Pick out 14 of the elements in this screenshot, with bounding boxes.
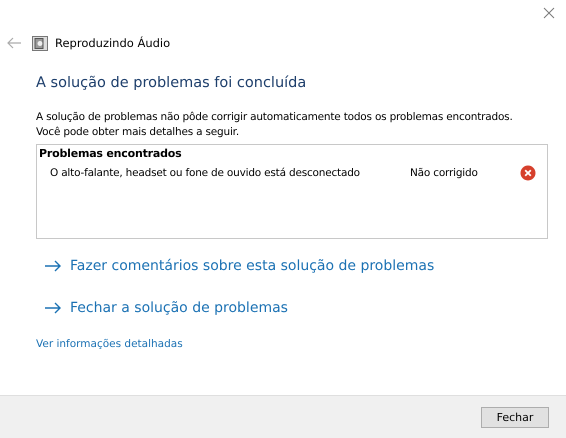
problem-name: O alto-falante, headset ou fone de ouvido está desconectado	[50, 167, 361, 179]
action-link[interactable]: Fechar a solução de problemas	[44, 300, 288, 316]
heading: A solução de problemas foi concluída	[36, 75, 308, 91]
window-title: Reproduzindo Áudio	[55, 36, 170, 50]
action-link[interactable]: Fazer comentários sobre esta solução de problemas	[44, 258, 434, 274]
arrow-icon	[44, 302, 62, 314]
arrow-icon	[44, 260, 62, 272]
panel-title: Problemas encontrados	[39, 147, 182, 160]
description: A solução de problemas não pôde corrigir automaticamente todos os problemas encontrados. Você pode obter mais detalhes a seguir.	[36, 110, 514, 140]
close-button[interactable]: Fechar	[481, 406, 549, 428]
speaker-icon	[32, 36, 48, 50]
back-button[interactable]	[6, 35, 22, 51]
details-link[interactable]: Ver informações detalhadas	[36, 338, 183, 350]
problem-status: Não corrigido	[410, 167, 479, 179]
